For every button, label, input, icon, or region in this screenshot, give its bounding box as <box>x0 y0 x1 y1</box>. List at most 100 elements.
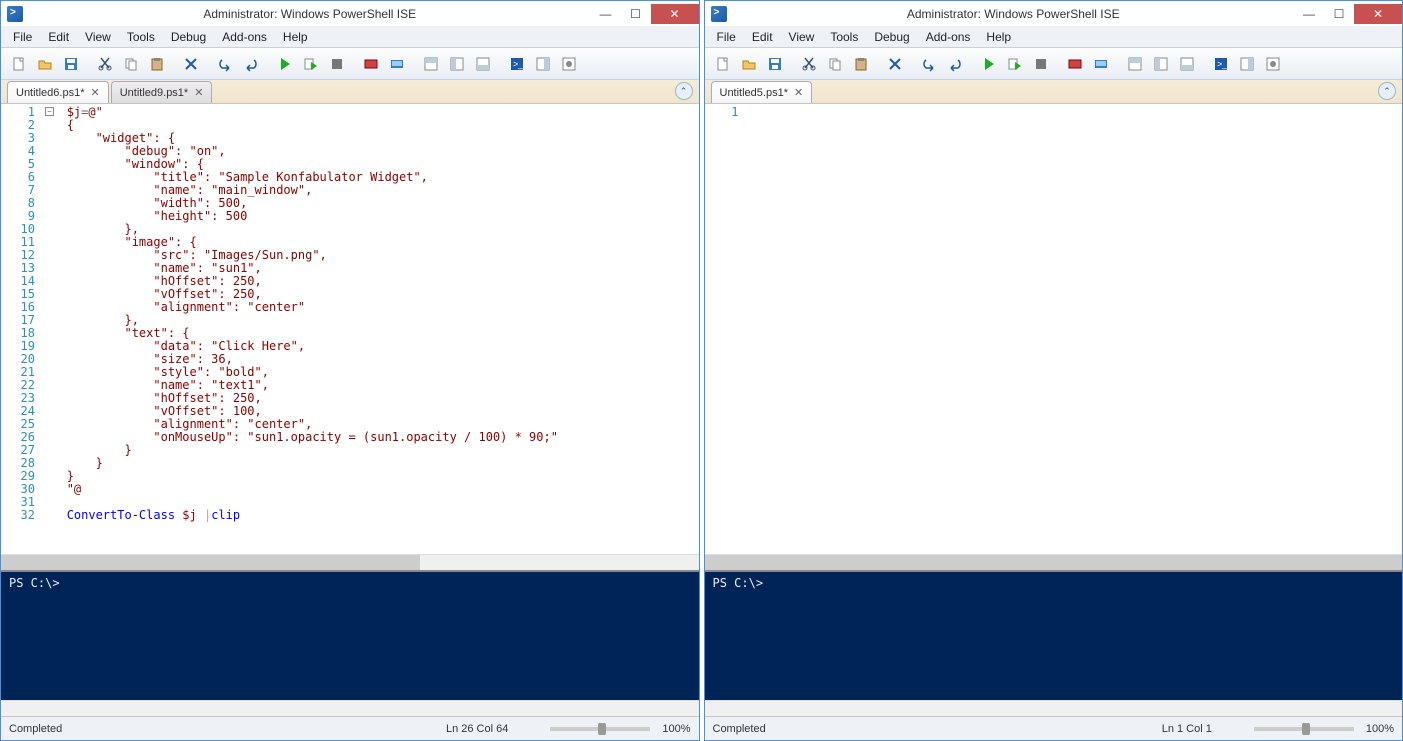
horizontal-scrollbar[interactable] <box>1 554 699 570</box>
open-button[interactable] <box>33 52 57 76</box>
collapse-script-pane-button[interactable]: ⌃ <box>1378 82 1396 100</box>
collapse-script-pane-button[interactable]: ⌃ <box>675 82 693 100</box>
menu-tools[interactable]: Tools <box>822 28 866 46</box>
titlebar: Administrator: Windows PowerShell ISE — … <box>705 1 1403 26</box>
open-button[interactable] <box>737 52 761 76</box>
fold-toggle[interactable]: − <box>45 107 54 116</box>
copy-button[interactable] <box>119 52 143 76</box>
console-pane[interactable]: PS C:\> <box>705 570 1403 700</box>
svg-text:>_: >_ <box>1217 59 1228 69</box>
close-button[interactable]: ✕ <box>1354 4 1402 24</box>
cursor-position: Ln 26 Col 64 <box>446 723 508 735</box>
zoom-slider[interactable] <box>1254 727 1354 731</box>
menu-add-ons[interactable]: Add-ons <box>918 28 979 46</box>
new-button[interactable] <box>711 52 735 76</box>
save-button[interactable] <box>59 52 83 76</box>
options-button[interactable] <box>557 52 581 76</box>
maximize-button[interactable]: ☐ <box>1324 4 1354 24</box>
close-button[interactable]: ✕ <box>651 4 699 24</box>
show-side-button[interactable] <box>445 52 469 76</box>
close-tab-icon[interactable]: ✕ <box>794 86 803 99</box>
breakpoint-button[interactable] <box>359 52 383 76</box>
script-tab[interactable]: Untitled6.ps1* ✕ <box>7 81 109 103</box>
clear-button[interactable] <box>179 52 203 76</box>
menu-view[interactable]: View <box>77 28 119 46</box>
console-scrollbar[interactable] <box>705 700 1403 716</box>
close-tab-icon[interactable]: ✕ <box>194 86 203 99</box>
script-tab[interactable]: Untitled5.ps1*✕ <box>711 81 813 103</box>
menu-edit[interactable]: Edit <box>40 28 77 46</box>
menu-help[interactable]: Help <box>275 28 316 46</box>
editor-area: 1 PS C:\> <box>705 104 1403 716</box>
zoom-level: 100% <box>662 723 690 735</box>
cmd-addon-button[interactable] <box>1235 52 1259 76</box>
stop-button[interactable] <box>1029 52 1053 76</box>
cmd-addon-button[interactable] <box>531 52 555 76</box>
show-console-button[interactable] <box>471 52 495 76</box>
new-button[interactable] <box>7 52 31 76</box>
menu-file[interactable]: File <box>709 28 744 46</box>
remote-button[interactable] <box>385 52 409 76</box>
redo-button[interactable] <box>943 52 967 76</box>
menu-debug[interactable]: Debug <box>866 28 917 46</box>
statusbar: Completed Ln 1 Col 1 100% <box>705 716 1403 740</box>
show-script-button[interactable] <box>1123 52 1147 76</box>
cmd-button[interactable]: >_ <box>505 52 529 76</box>
menu-tools[interactable]: Tools <box>119 28 163 46</box>
app-icon <box>711 6 727 22</box>
zoom-slider[interactable] <box>550 727 650 731</box>
svg-text:>_: >_ <box>513 59 524 69</box>
menu-debug[interactable]: Debug <box>163 28 214 46</box>
ise-window-left: Administrator: Windows PowerShell ISE — … <box>0 0 700 741</box>
run-button[interactable] <box>977 52 1001 76</box>
minimize-button[interactable]: — <box>1294 4 1324 24</box>
paste-button[interactable] <box>145 52 169 76</box>
cut-button[interactable] <box>797 52 821 76</box>
line-gutter: 1234567891011121314151617181920212223242… <box>1 104 41 554</box>
horizontal-scrollbar[interactable] <box>705 554 1403 570</box>
window-title: Administrator: Windows PowerShell ISE <box>29 7 591 21</box>
menu-file[interactable]: File <box>5 28 40 46</box>
maximize-button[interactable]: ☐ <box>621 4 651 24</box>
code-pane[interactable]: − 12345678910111213141516171819202122232… <box>1 104 699 554</box>
run-selection-button[interactable] <box>1003 52 1027 76</box>
statusbar: Completed Ln 26 Col 64 100% <box>1 716 699 740</box>
breakpoint-button[interactable] <box>1063 52 1087 76</box>
cmd-button[interactable]: >_ <box>1209 52 1233 76</box>
menubar: FileEditViewToolsDebugAdd-onsHelp <box>705 26 1403 48</box>
run-selection-button[interactable] <box>299 52 323 76</box>
toolbar: >_ <box>1 48 699 80</box>
stop-button[interactable] <box>325 52 349 76</box>
code-editor[interactable]: $j=@" { "widget": { "debug": "on", "wind… <box>41 104 699 554</box>
undo-button[interactable] <box>917 52 941 76</box>
save-button[interactable] <box>763 52 787 76</box>
options-button[interactable] <box>1261 52 1285 76</box>
run-button[interactable] <box>273 52 297 76</box>
console-scrollbar[interactable] <box>1 700 699 716</box>
menubar: FileEditViewToolsDebugAdd-onsHelp <box>1 26 699 48</box>
cut-button[interactable] <box>93 52 117 76</box>
show-console-button[interactable] <box>1175 52 1199 76</box>
tab-label: Untitled6.ps1* <box>16 87 85 99</box>
undo-button[interactable] <box>213 52 237 76</box>
menu-edit[interactable]: Edit <box>744 28 781 46</box>
code-editor[interactable] <box>745 104 1403 554</box>
script-tab[interactable]: Untitled9.ps1* ✕ <box>111 81 213 103</box>
menu-help[interactable]: Help <box>978 28 1019 46</box>
window-controls: — ☐ ✕ <box>591 4 699 24</box>
redo-button[interactable] <box>239 52 263 76</box>
show-script-button[interactable] <box>419 52 443 76</box>
copy-button[interactable] <box>823 52 847 76</box>
minimize-button[interactable]: — <box>591 4 621 24</box>
remote-button[interactable] <box>1089 52 1113 76</box>
toolbar: >_ <box>705 48 1403 80</box>
clear-button[interactable] <box>883 52 907 76</box>
menu-view[interactable]: View <box>781 28 823 46</box>
show-side-button[interactable] <box>1149 52 1173 76</box>
close-tab-icon[interactable]: ✕ <box>91 86 100 99</box>
tab-label: Untitled9.ps1* <box>120 87 189 99</box>
console-pane[interactable]: PS C:\> <box>1 570 699 700</box>
code-pane[interactable]: 1 <box>705 104 1403 554</box>
menu-add-ons[interactable]: Add-ons <box>214 28 275 46</box>
paste-button[interactable] <box>849 52 873 76</box>
